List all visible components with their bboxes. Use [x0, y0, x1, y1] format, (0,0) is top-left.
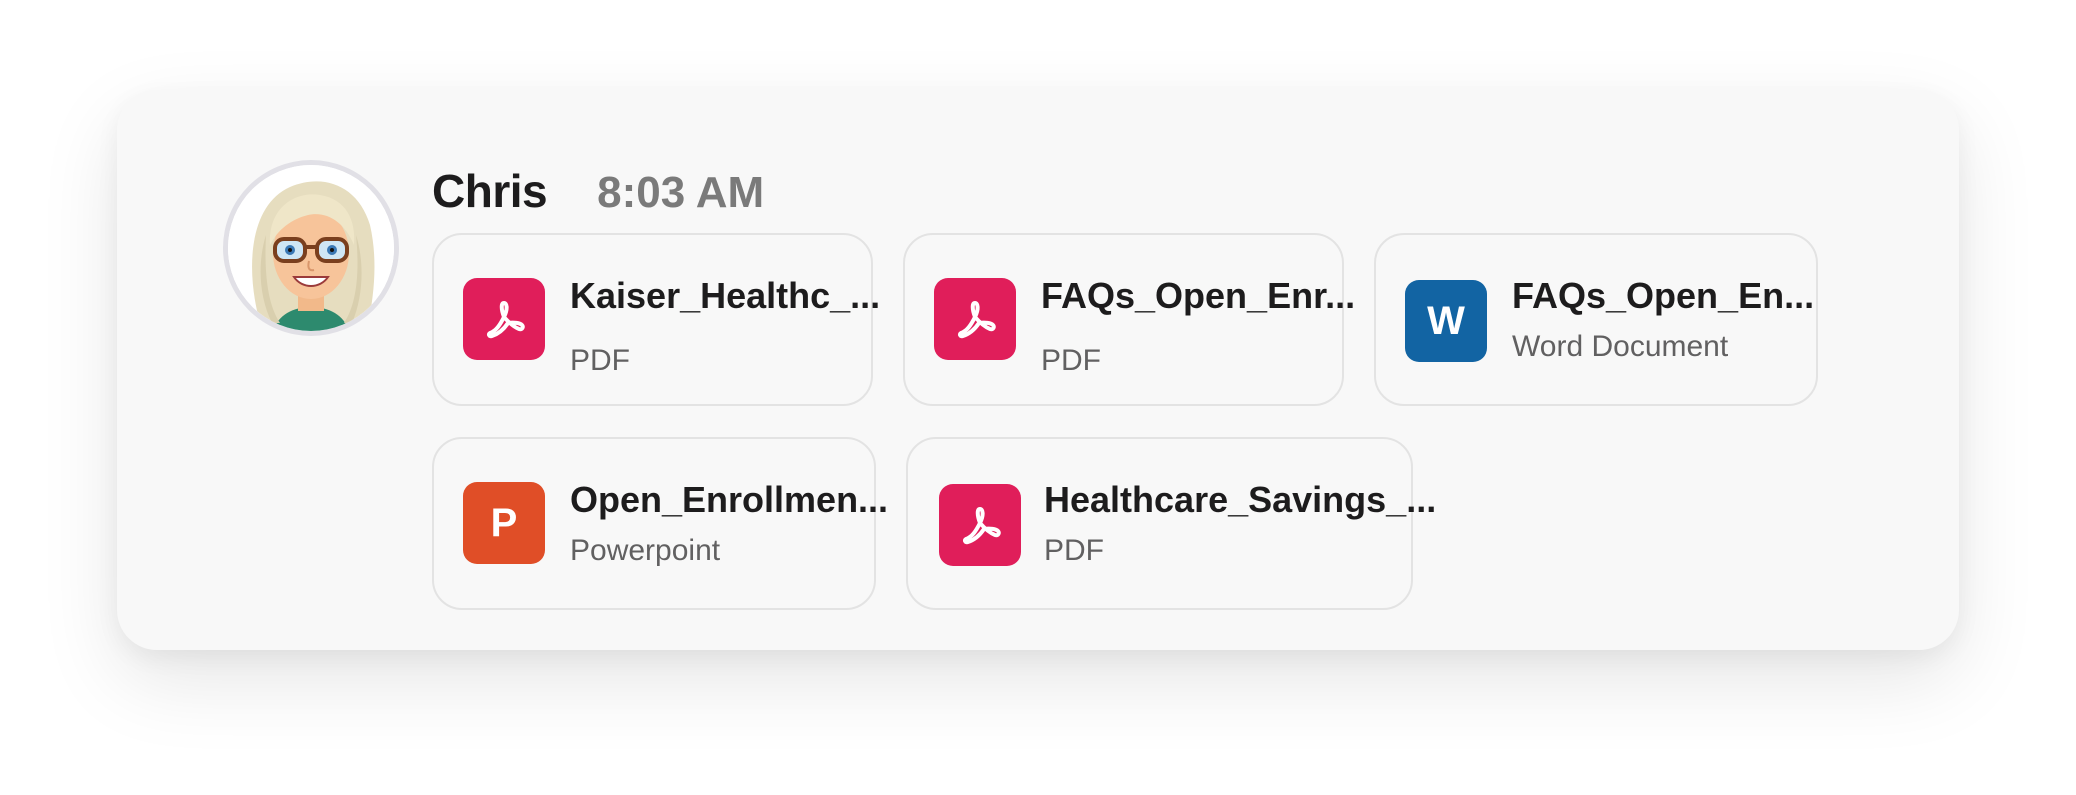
powerpoint-icon: P: [463, 482, 545, 564]
file-attachment[interactable]: Healthcare_Savings_... PDF: [906, 437, 1436, 610]
file-type: PDF: [1044, 534, 1104, 567]
pdf-icon: [934, 278, 1016, 360]
word-icon: W: [1405, 280, 1487, 362]
file-attachment[interactable]: P Open_Enrollmen... Powerpoint: [432, 437, 888, 610]
file-type: Word Document: [1512, 330, 1729, 363]
message-timestamp[interactable]: 8:03 AM: [597, 168, 764, 218]
pdf-icon: [939, 484, 1021, 566]
file-name: Kaiser_Healthc_...: [570, 275, 881, 316]
file-attachment[interactable]: W FAQs_Open_En... Word Document: [1374, 233, 1818, 406]
file-type: PDF: [1041, 344, 1101, 377]
file-attachment[interactable]: Kaiser_Healthc_... PDF: [432, 233, 880, 406]
pdf-icon: [463, 278, 545, 360]
file-type: PDF: [570, 344, 630, 377]
file-name: FAQs_Open_En...: [1512, 275, 1815, 316]
message-header: Chris 8:03 AM: [432, 164, 764, 224]
avatar[interactable]: [228, 165, 394, 331]
avatar-image: [228, 165, 394, 331]
file-type: Powerpoint: [570, 534, 721, 567]
file-name: Healthcare_Savings_...: [1044, 479, 1437, 520]
sender-name[interactable]: Chris: [432, 164, 548, 218]
file-attachment[interactable]: FAQs_Open_Enr... PDF: [903, 233, 1355, 406]
file-name: FAQs_Open_Enr...: [1041, 275, 1356, 316]
file-name: Open_Enrollmen...: [570, 479, 889, 520]
